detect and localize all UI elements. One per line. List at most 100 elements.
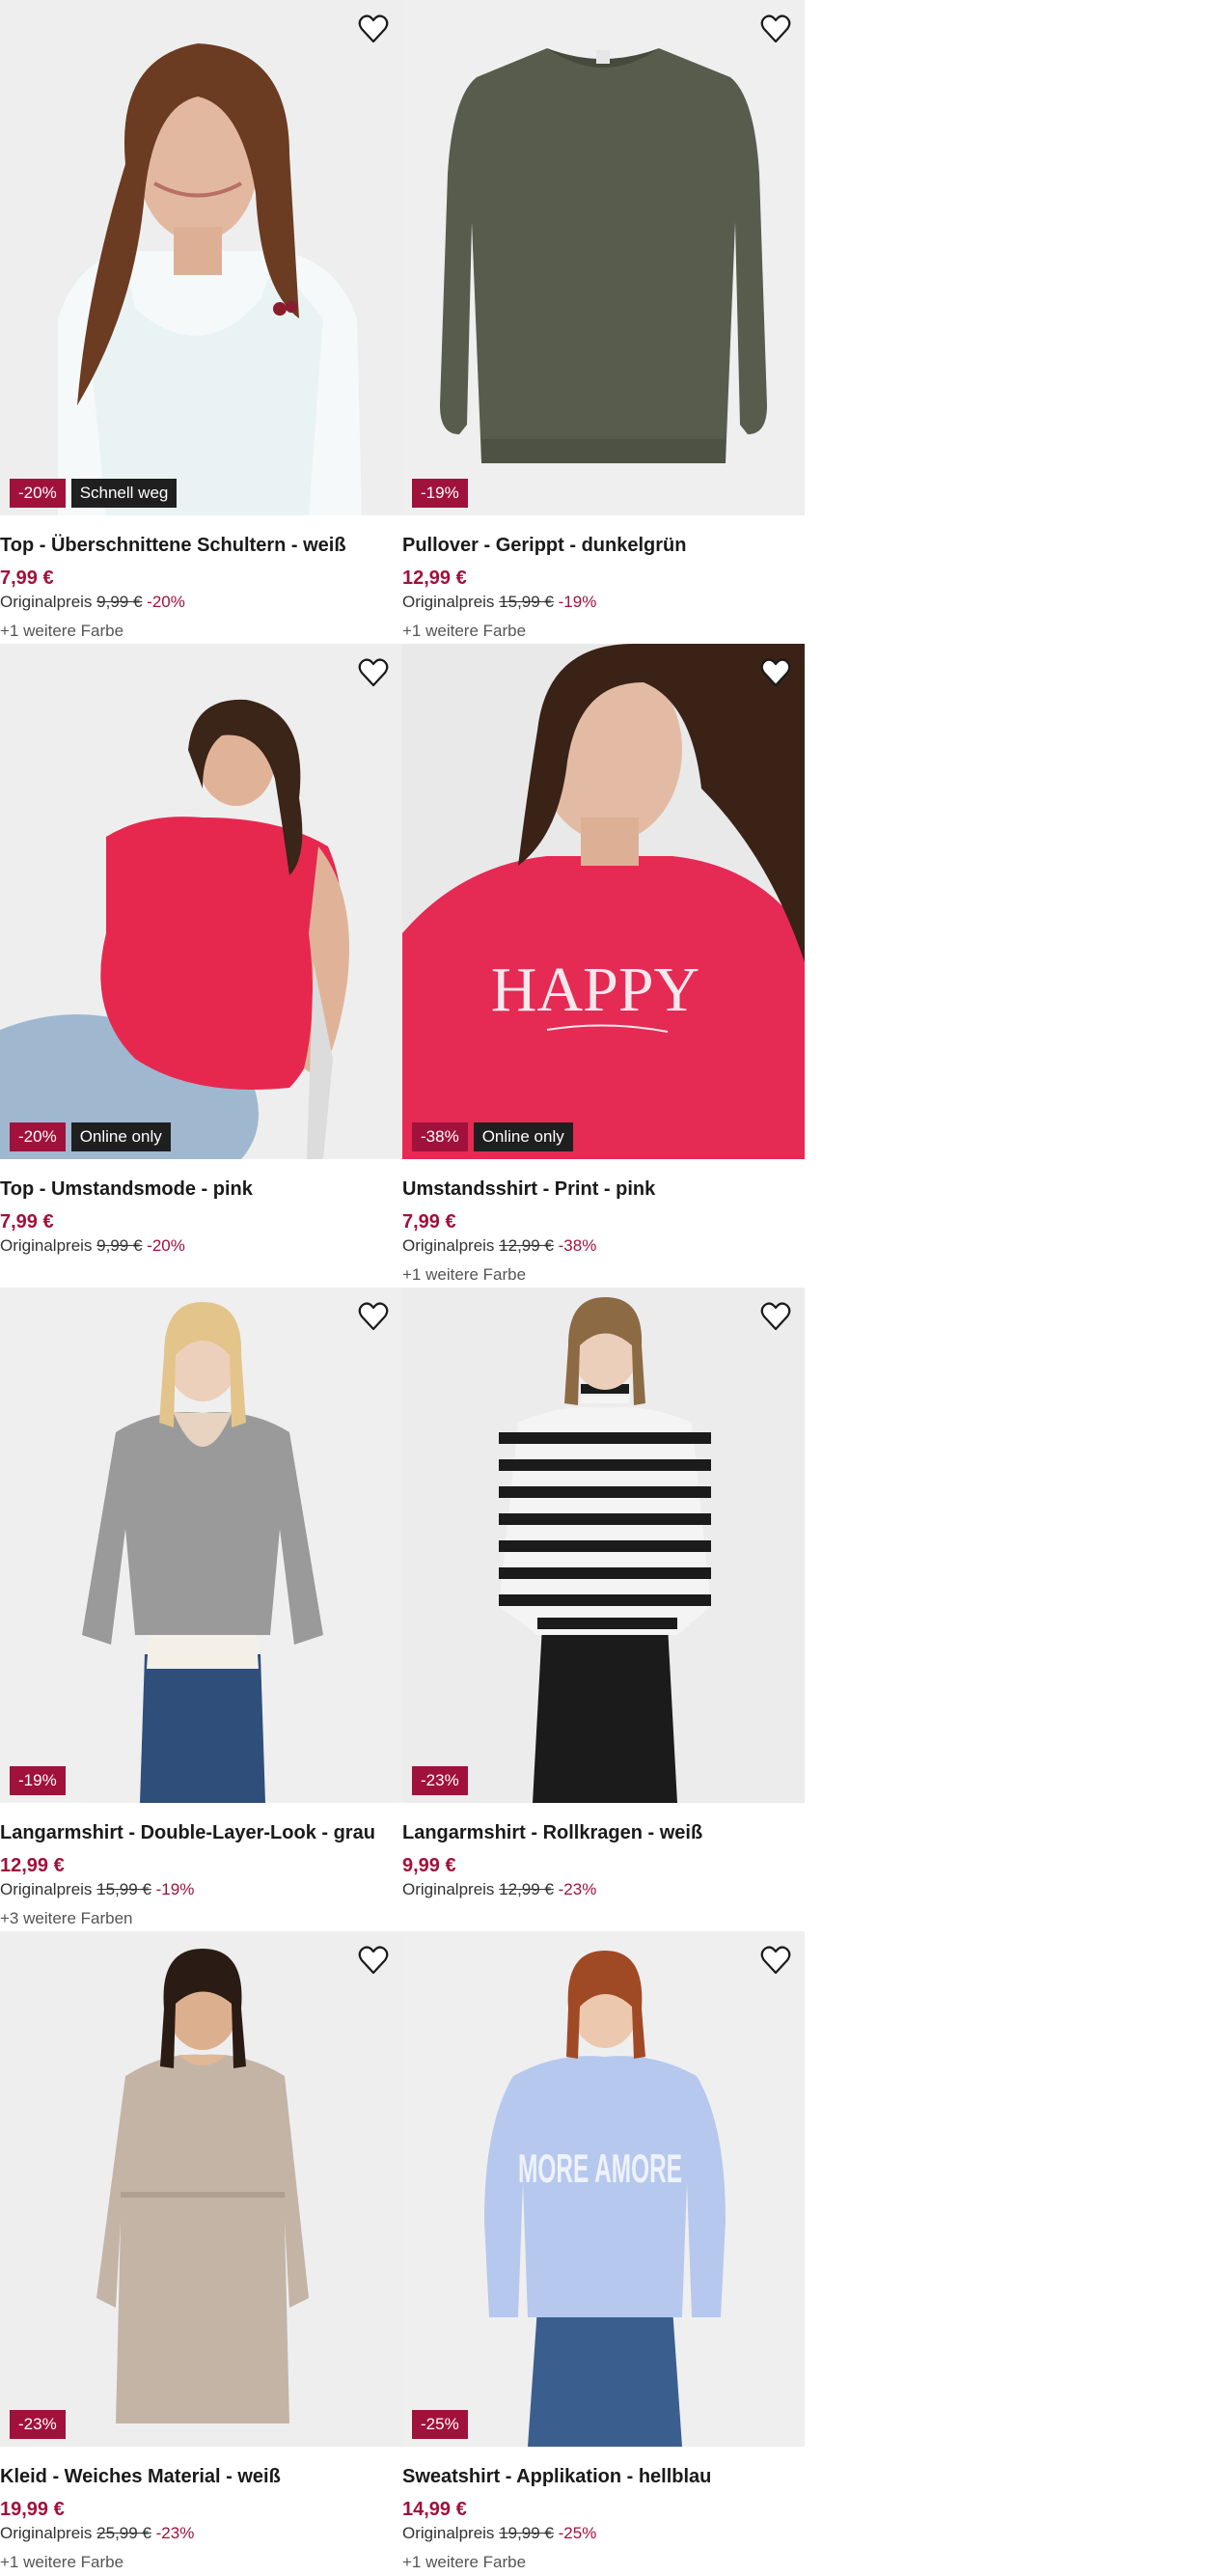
product-price: 7,99 € <box>0 1211 54 1233</box>
product-price: 7,99 € <box>0 568 54 589</box>
discount-badge: -23% <box>412 1766 468 1795</box>
discount-badge: -19% <box>10 1766 66 1795</box>
product-image[interactable]: -23% <box>0 1931 402 2447</box>
original-price-line: Originalpreis 9,99 € -20% <box>0 1235 402 1257</box>
more-colors-link[interactable]: +1 weitere Farbe <box>402 621 805 642</box>
product-title[interactable]: Top - Überschnittene Schultern - weiß <box>0 533 402 558</box>
woman-white-tank-top-photo <box>0 0 402 515</box>
discount-badge: -25% <box>412 2410 468 2439</box>
label-badge: Online only <box>70 1122 171 1151</box>
wishlist-heart-icon[interactable] <box>356 655 391 690</box>
original-price-line: Originalpreis 15,99 € -19% <box>402 592 805 613</box>
wishlist-heart-icon[interactable] <box>356 1299 391 1334</box>
wishlist-heart-icon[interactable] <box>356 1943 391 1978</box>
more-amore-print-text: MORE AMORE <box>518 2146 682 2191</box>
original-price-label: Originalpreis <box>402 2524 495 2542</box>
product-title[interactable]: Pullover - Gerippt - dunkelgrün <box>402 533 805 558</box>
product-image[interactable]: -20% Online only <box>0 644 402 1159</box>
original-price-label: Originalpreis <box>402 1880 495 1898</box>
product-image[interactable]: -23% <box>402 1288 805 1803</box>
woman-beige-dress-photo <box>0 1931 402 2447</box>
more-colors-link[interactable]: +1 weitere Farbe <box>402 2552 805 2573</box>
original-price-label: Originalpreis <box>0 1236 93 1255</box>
wishlist-heart-icon[interactable] <box>356 12 391 46</box>
original-price-line: Originalpreis 15,99 € -19% <box>0 1879 402 1900</box>
wishlist-heart-icon[interactable] <box>758 12 793 46</box>
discount-percent: -38% <box>558 1236 597 1255</box>
dark-green-pullover-photo <box>402 0 805 515</box>
product-title[interactable]: Sweatshirt - Applikation - hellblau <box>402 2464 805 2489</box>
wishlist-heart-icon[interactable] <box>758 1943 793 1978</box>
product-title[interactable]: Umstandsshirt - Print - pink <box>402 1177 805 1202</box>
discount-percent: -19% <box>155 1880 195 1898</box>
more-colors-link[interactable]: +1 weitere Farbe <box>0 2552 402 2573</box>
product-card[interactable]: -23% Kleid - Weiches Material - weiß 19,… <box>0 1931 402 2575</box>
striped-top-shape <box>499 1384 711 1635</box>
discount-percent: -20% <box>147 1236 185 1255</box>
more-colors-link[interactable]: +1 weitere Farbe <box>0 621 402 642</box>
badge-group: -23% <box>412 1766 468 1795</box>
product-image[interactable]: HAPPY -38% Online only <box>402 644 805 1159</box>
wishlist-heart-icon[interactable] <box>758 1299 793 1334</box>
product-card[interactable]: -19% Langarmshirt - Double-Layer-Look - … <box>0 1288 402 1931</box>
badge-group: -38% Online only <box>412 1122 573 1151</box>
product-image[interactable]: -20% Schnell weg <box>0 0 402 515</box>
original-price-label: Originalpreis <box>0 2524 93 2542</box>
pregnant-woman-pink-top-photo <box>0 644 402 1159</box>
product-price: 7,99 € <box>402 1211 456 1233</box>
product-price: 14,99 € <box>402 2499 467 2520</box>
product-card[interactable]: -19% Pullover - Gerippt - dunkelgrün 12,… <box>402 0 805 644</box>
original-price: 25,99 € <box>96 2524 151 2542</box>
discount-percent: -23% <box>155 2524 195 2542</box>
original-price: 12,99 € <box>499 1236 554 1255</box>
badge-group: -19% <box>10 1766 66 1795</box>
badge-group: -20% Online only <box>10 1122 171 1151</box>
product-card[interactable]: -20% Schnell weg Top - Überschnittene Sc… <box>0 0 402 644</box>
product-card[interactable]: HAPPY -38% Online only Umstandsshirt - P… <box>402 644 805 1288</box>
more-colors-link[interactable]: +1 weitere Farbe <box>402 1264 805 1286</box>
label-badge: Schnell weg <box>70 479 178 508</box>
badge-group: -19% <box>412 479 468 508</box>
product-card[interactable]: MORE AMORE -25% Sweatshirt - Applikation… <box>402 1931 805 2575</box>
original-price-label: Originalpreis <box>402 1236 495 1255</box>
product-title[interactable]: Kleid - Weiches Material - weiß <box>0 2464 402 2489</box>
product-image[interactable]: -19% <box>0 1288 402 1803</box>
discount-percent: -23% <box>558 1880 597 1898</box>
product-price: 12,99 € <box>0 1855 65 1876</box>
discount-badge: -19% <box>412 479 468 508</box>
discount-badge: -20% <box>10 1122 66 1151</box>
badge-group: -20% Schnell weg <box>10 479 178 508</box>
woman-light-blue-sweatshirt-photo: MORE AMORE <box>402 1931 805 2447</box>
original-price-label: Originalpreis <box>0 593 93 611</box>
original-price-label: Originalpreis <box>0 1880 93 1898</box>
product-image[interactable]: -19% <box>402 0 805 515</box>
original-price: 19,99 € <box>499 2524 554 2542</box>
product-title[interactable]: Langarmshirt - Rollkragen - weiß <box>402 1820 805 1845</box>
original-price-line: Originalpreis 19,99 € -25% <box>402 2523 805 2544</box>
original-price: 9,99 € <box>96 1236 143 1255</box>
product-title[interactable]: Top - Umstandsmode - pink <box>0 1177 402 1202</box>
product-price: 9,99 € <box>402 1855 456 1876</box>
product-title[interactable]: Langarmshirt - Double-Layer-Look - grau <box>0 1820 402 1845</box>
original-price-line: Originalpreis 12,99 € -38% <box>402 1235 805 1257</box>
discount-percent: -20% <box>147 593 185 611</box>
badge-group: -25% <box>412 2410 468 2439</box>
product-image[interactable]: MORE AMORE -25% <box>402 1931 805 2447</box>
discount-percent: -25% <box>558 2524 597 2542</box>
original-price: 9,99 € <box>96 593 143 611</box>
woman-striped-turtleneck-photo <box>402 1288 805 1803</box>
discount-percent: -19% <box>558 593 597 611</box>
original-price: 12,99 € <box>499 1880 554 1898</box>
product-card[interactable]: -20% Online only Top - Umstandsmode - pi… <box>0 644 402 1288</box>
original-price-line: Originalpreis 25,99 € -23% <box>0 2523 402 2544</box>
product-grid: -20% Schnell weg Top - Überschnittene Sc… <box>0 0 805 2575</box>
discount-badge: -20% <box>10 479 66 508</box>
original-price-label: Originalpreis <box>402 593 495 611</box>
woman-grey-cardigan-photo <box>0 1288 402 1803</box>
label-badge: Online only <box>473 1122 573 1151</box>
wishlist-heart-icon[interactable] <box>758 655 793 690</box>
discount-badge: -23% <box>10 2410 66 2439</box>
more-colors-link[interactable]: +3 weitere Farben <box>0 1908 402 1929</box>
product-card[interactable]: -23% Langarmshirt - Rollkragen - weiß 9,… <box>402 1288 805 1931</box>
original-price: 15,99 € <box>96 1880 151 1898</box>
